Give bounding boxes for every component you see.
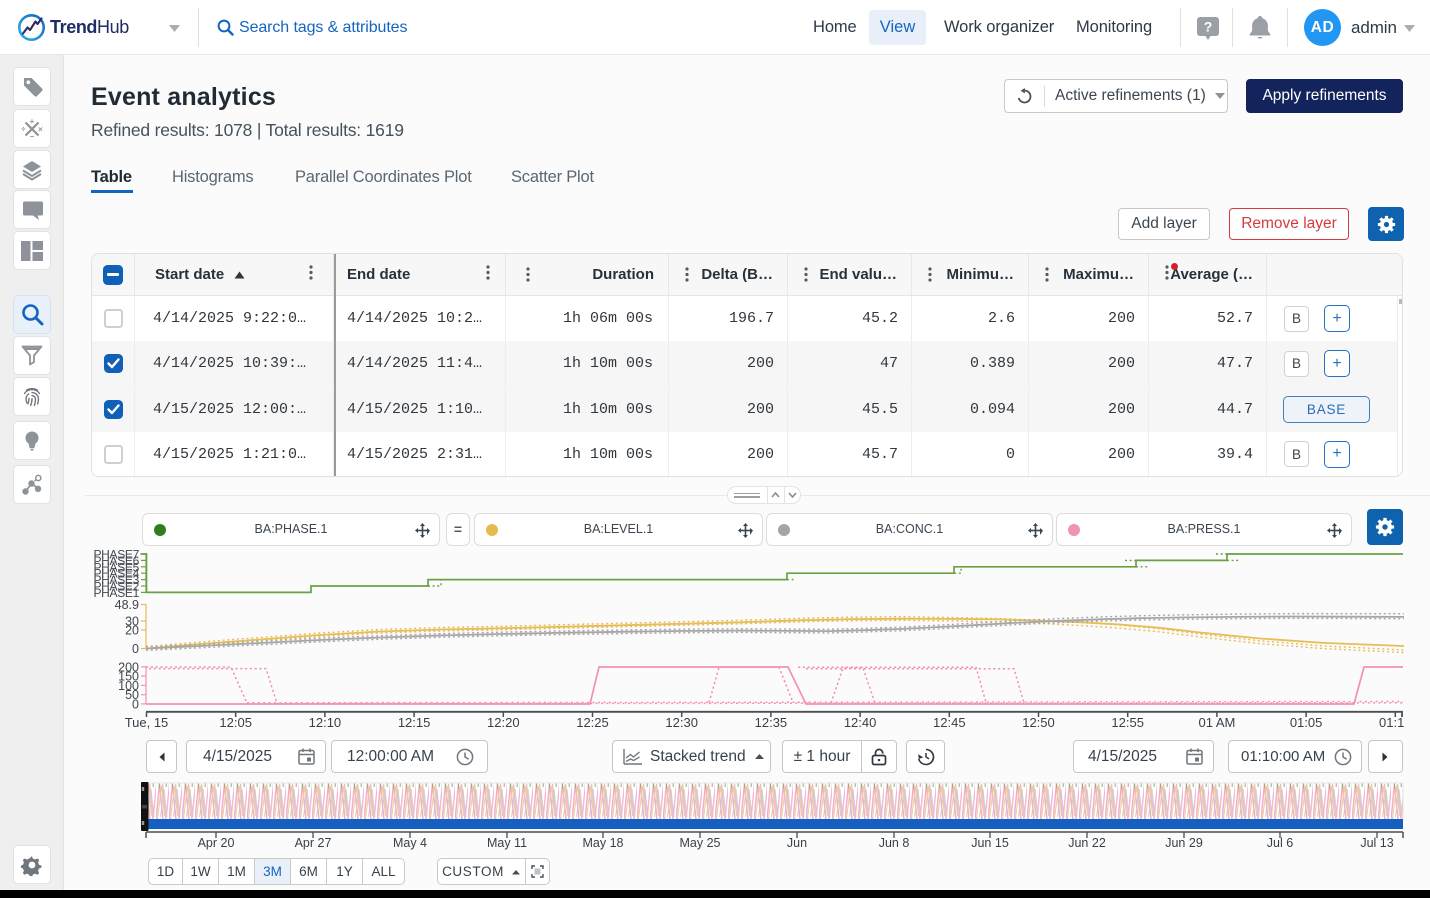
svg-text:May 4: May 4 xyxy=(393,836,427,850)
svg-text:48.9: 48.9 xyxy=(115,598,139,612)
svg-text:+: + xyxy=(30,118,35,126)
svg-text:Jun 15: Jun 15 xyxy=(971,836,1009,850)
svg-text:20: 20 xyxy=(125,624,139,638)
svg-text:×: × xyxy=(38,124,43,133)
svg-text:Jun 22: Jun 22 xyxy=(1068,836,1106,850)
svg-text:01:10: 01:10 xyxy=(1379,715,1404,730)
svg-text:12:20: 12:20 xyxy=(487,715,520,730)
svg-text:12:05: 12:05 xyxy=(219,715,252,730)
svg-text:12:40: 12:40 xyxy=(844,715,877,730)
svg-text:0: 0 xyxy=(132,697,139,711)
svg-text:Apr 27: Apr 27 xyxy=(295,836,332,850)
svg-text:01:05: 01:05 xyxy=(1290,715,1323,730)
svg-text:12:50: 12:50 xyxy=(1022,715,1055,730)
svg-text:PHASE7: PHASE7 xyxy=(93,548,139,562)
svg-text:÷: ÷ xyxy=(21,124,26,133)
svg-text:May 11: May 11 xyxy=(487,836,527,850)
svg-text:12:55: 12:55 xyxy=(1111,715,1144,730)
svg-text:12:30: 12:30 xyxy=(665,715,698,730)
svg-text:12:15: 12:15 xyxy=(398,715,431,730)
svg-text:Tue, 15: Tue, 15 xyxy=(125,715,169,730)
svg-text:Jul 6: Jul 6 xyxy=(1267,836,1293,850)
svg-text:12:10: 12:10 xyxy=(309,715,342,730)
svg-text:0: 0 xyxy=(132,642,139,656)
svg-text:01 AM: 01 AM xyxy=(1198,715,1235,730)
svg-text:12:35: 12:35 xyxy=(755,715,788,730)
svg-text:May 18: May 18 xyxy=(583,836,624,850)
svg-text:May 25: May 25 xyxy=(680,836,721,850)
svg-text:Jul 13: Jul 13 xyxy=(1360,836,1393,850)
svg-text:12:45: 12:45 xyxy=(933,715,966,730)
svg-text:?: ? xyxy=(1204,19,1213,35)
svg-text:Jun 29: Jun 29 xyxy=(1165,836,1203,850)
svg-text:Jun: Jun xyxy=(787,836,807,850)
svg-text:−: − xyxy=(30,132,35,140)
svg-text:Apr 20: Apr 20 xyxy=(198,836,235,850)
svg-text:12:25: 12:25 xyxy=(576,715,609,730)
svg-text:Jun 8: Jun 8 xyxy=(879,836,910,850)
